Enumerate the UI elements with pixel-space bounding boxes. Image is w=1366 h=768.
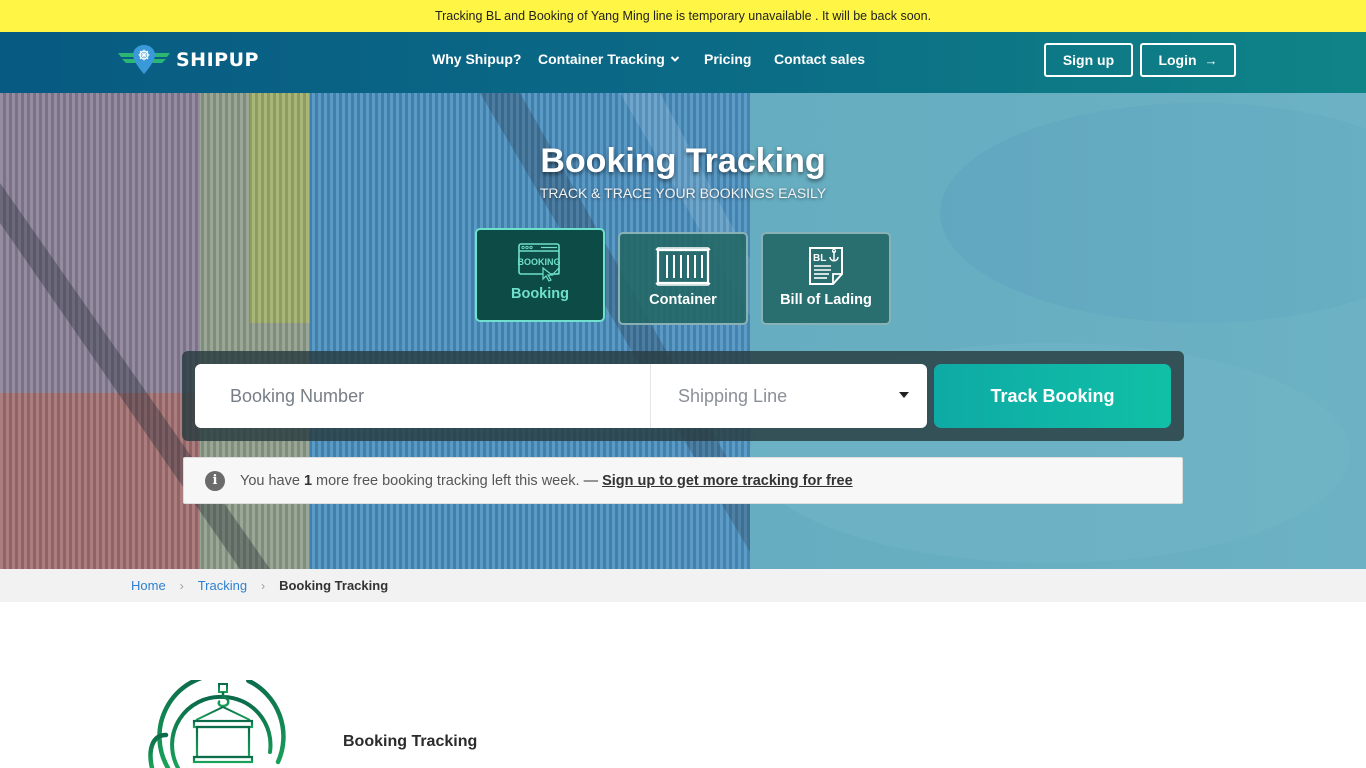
chevron-right-icon: ›	[179, 578, 184, 593]
nav-why-shipup[interactable]: Why Shipup?	[432, 51, 521, 67]
tab-booking-label: Booking	[511, 286, 569, 302]
navbar: SHIPUP Why Shipup? Container Tracking Pr…	[0, 32, 1366, 93]
search-box: Shipping Line	[195, 364, 927, 428]
search-panel: Shipping Line Track Booking	[182, 351, 1184, 441]
shipping-line-select[interactable]: Shipping Line	[650, 364, 927, 428]
page-subtitle: TRACK & TRACE YOUR BOOKINGS EASILY	[539, 185, 827, 201]
info-dash: —	[583, 472, 599, 489]
free-tracking-count: 1	[303, 472, 313, 489]
page-title: Booking Tracking	[540, 142, 826, 180]
info-prefix: You have	[240, 472, 300, 489]
chevron-down-icon	[670, 55, 680, 66]
breadcrumb-home[interactable]: Home	[131, 578, 166, 593]
breadcrumb-current: Booking Tracking	[279, 578, 389, 593]
free-tracking-info: i You have 1 more free booking tracking …	[183, 457, 1183, 504]
login-label: Login	[1158, 52, 1197, 68]
track-booking-button[interactable]: Track Booking	[934, 364, 1171, 428]
nav-pricing[interactable]: Pricing	[704, 51, 751, 67]
tab-container-label: Container	[649, 292, 717, 308]
nav-contact-sales[interactable]: Contact sales	[774, 51, 865, 67]
shipping-line-placeholder: Shipping Line	[678, 385, 788, 406]
signup-label: Sign up	[1062, 52, 1115, 68]
tab-booking[interactable]: BOOKING Booking	[475, 228, 605, 322]
section-title: Booking Tracking	[343, 733, 478, 750]
tab-bill-of-lading-label: Bill of Lading	[780, 292, 872, 308]
breadcrumb-tracking[interactable]: Tracking	[198, 578, 247, 593]
nav-container-tracking[interactable]: Container Tracking	[538, 51, 680, 67]
login-button[interactable]: Login →	[1140, 43, 1236, 77]
container-icon	[655, 247, 711, 286]
signup-more-tracking-link[interactable]: Sign up to get more tracking for free	[602, 473, 853, 489]
booking-number-input[interactable]	[195, 364, 650, 428]
notice-text: Tracking BL and Booking of Yang Ming lin…	[434, 9, 932, 23]
chevron-right-icon: ›	[261, 578, 266, 593]
tab-container[interactable]: Container	[618, 232, 748, 325]
booking-icon: BOOKING	[517, 243, 561, 282]
container-crane-icon	[148, 680, 286, 768]
signup-button[interactable]: Sign up	[1044, 43, 1133, 77]
hero-section: Booking Tracking TRACK & TRACE YOUR BOOK…	[0, 93, 1366, 569]
nav-container-tracking-label: Container Tracking	[538, 51, 665, 67]
notice-bar: Tracking BL and Booking of Yang Ming lin…	[0, 0, 1366, 32]
breadcrumb: Home › Tracking › Booking Tracking	[0, 569, 1366, 602]
svg-text:BL: BL	[813, 253, 826, 264]
tab-bill-of-lading[interactable]: BL Bill of Lading	[761, 232, 891, 325]
bill-of-lading-icon: BL	[809, 247, 843, 285]
info-suffix: more free booking tracking left this wee…	[316, 472, 580, 489]
svg-text:BOOKING: BOOKING	[517, 257, 560, 267]
arrow-right-icon: →	[1204, 52, 1218, 68]
caret-down-icon	[899, 392, 909, 398]
info-icon: i	[205, 470, 225, 491]
